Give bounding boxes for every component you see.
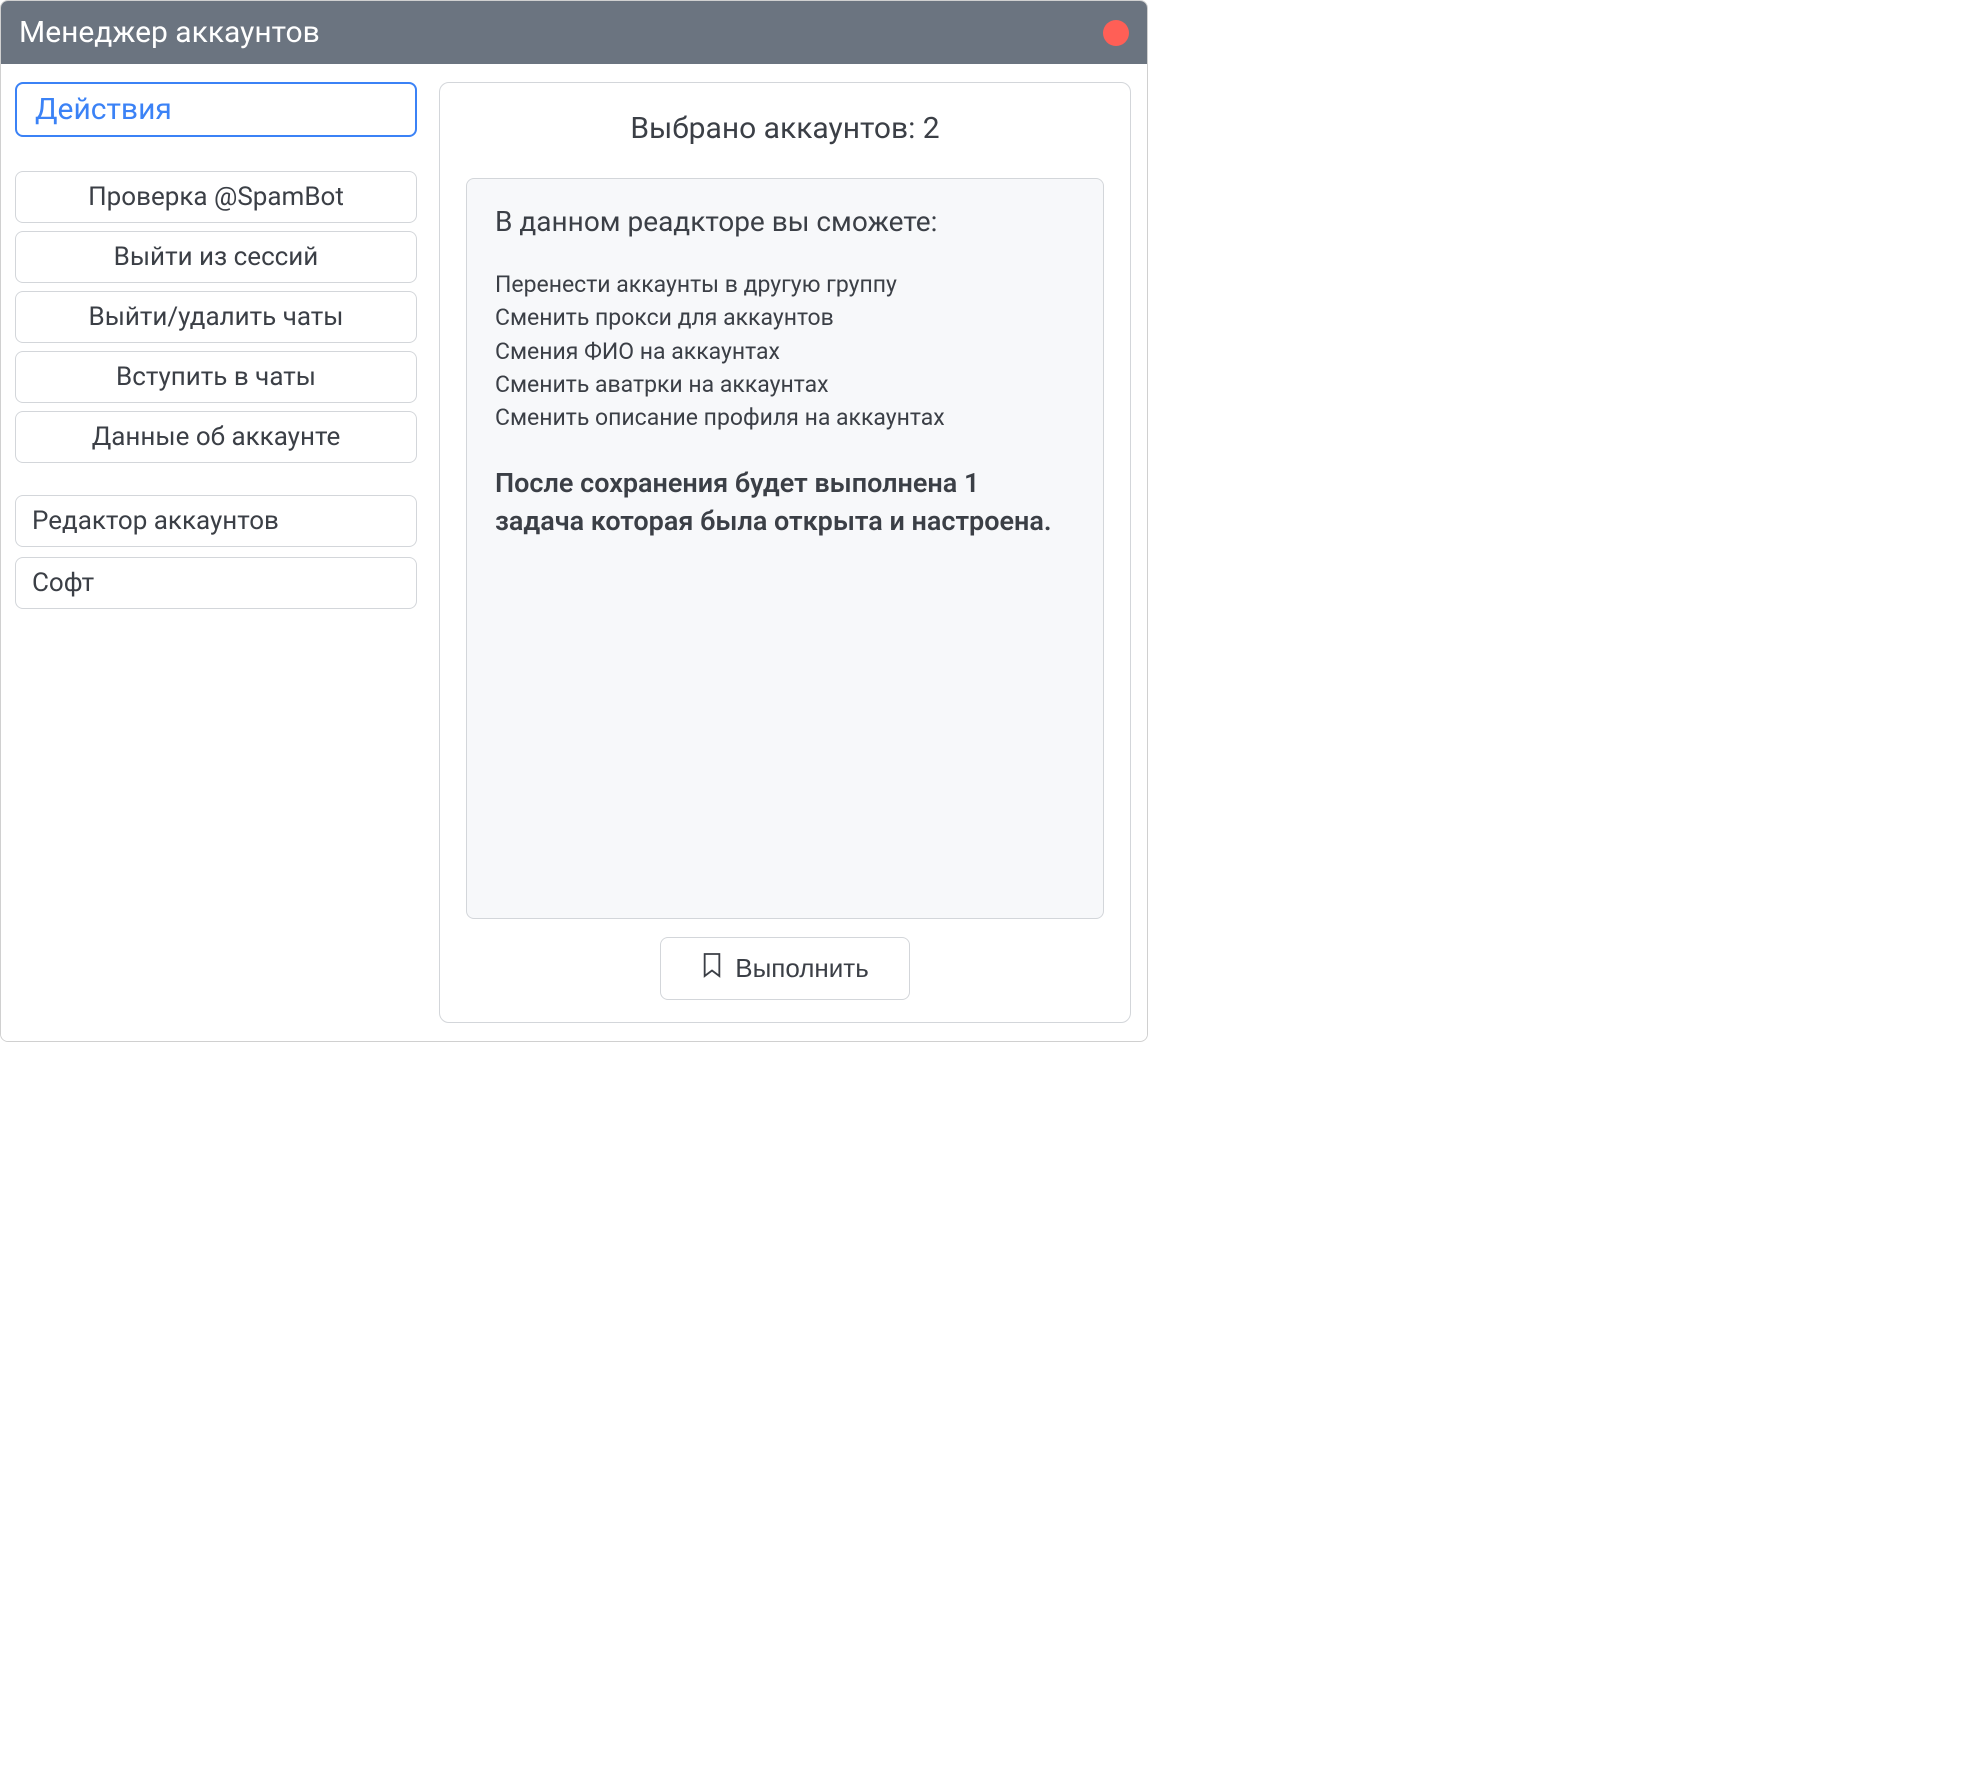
content: Действия Проверка @SpamBot Выйти из сесс… — [1, 64, 1147, 1041]
info-box: В данном реадкторе вы сможете: Перенести… — [466, 178, 1104, 919]
sidebar-item-account-editor[interactable]: Редактор аккаунтов — [15, 495, 417, 547]
close-icon[interactable] — [1103, 20, 1129, 46]
execute-button-label: Выполнить — [735, 953, 869, 984]
execute-button[interactable]: Выполнить — [660, 937, 910, 1000]
info-item: Сменить прокси для аккаунтов — [495, 301, 1075, 334]
action-leave-delete-chats[interactable]: Выйти/удалить чаты — [15, 291, 417, 343]
main-panel: Выбрано аккаунтов: 2 В данном реадкторе … — [439, 82, 1131, 1023]
action-logout-sessions[interactable]: Выйти из сессий — [15, 231, 417, 283]
action-join-chats[interactable]: Вступить в чаты — [15, 351, 417, 403]
info-lead: В данном реадкторе вы сможете: — [495, 205, 1075, 238]
sidebar-header-actions[interactable]: Действия — [15, 82, 417, 137]
window: Менеджер аккаунтов Действия Проверка @Sp… — [0, 0, 1148, 1042]
info-item: Перенести аккаунты в другую группу — [495, 268, 1075, 301]
sidebar: Действия Проверка @SpamBot Выйти из сесс… — [15, 82, 417, 1023]
execute-wrap: Выполнить — [466, 937, 1104, 1000]
info-note: После сохранения будет выполнена 1 задач… — [495, 465, 1075, 541]
bookmark-icon — [701, 952, 723, 985]
info-item: Сменить аватрки на аккаунтах — [495, 368, 1075, 401]
info-item: Сменить описание профиля на аккаунтах — [495, 401, 1075, 434]
action-check-spambot[interactable]: Проверка @SpamBot — [15, 171, 417, 223]
titlebar: Менеджер аккаунтов — [1, 1, 1147, 64]
action-account-data[interactable]: Данные об аккаунте — [15, 411, 417, 463]
sidebar-item-soft[interactable]: Софт — [15, 557, 417, 609]
window-title: Менеджер аккаунтов — [19, 15, 320, 50]
info-item: Смения ФИО на аккаунтах — [495, 335, 1075, 368]
selected-accounts-label: Выбрано аккаунтов: 2 — [466, 111, 1104, 146]
sidebar-actions-group: Проверка @SpamBot Выйти из сессий Выйти/… — [15, 171, 417, 463]
